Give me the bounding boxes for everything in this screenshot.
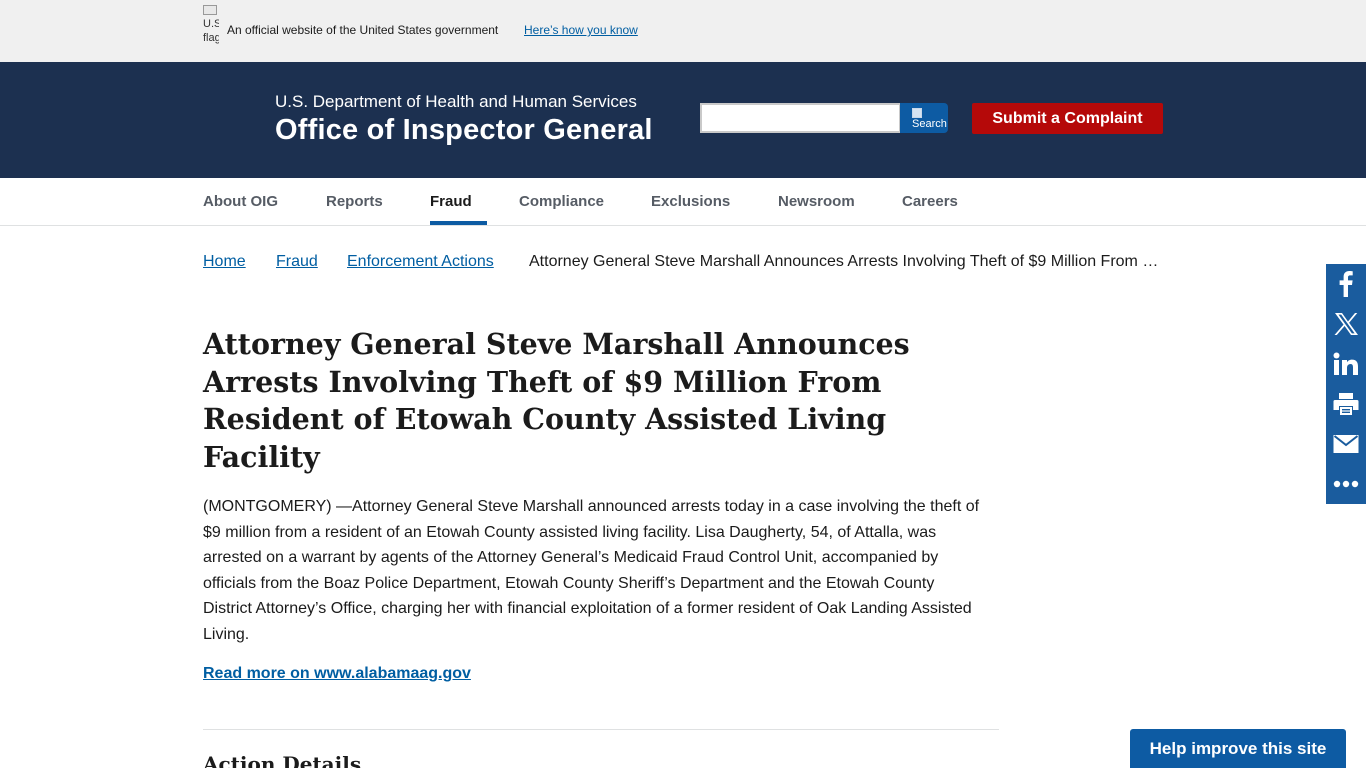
nav-item-exclusions[interactable]: Exclusions — [651, 193, 730, 210]
print-share-button[interactable] — [1326, 384, 1366, 424]
main-nav: About OIG Reports Fraud Compliance Exclu… — [0, 178, 1366, 226]
page-title: Attorney General Steve Marshall Announce… — [203, 327, 910, 474]
more-share-button[interactable] — [1326, 464, 1366, 504]
nav-item-careers[interactable]: Careers — [902, 193, 958, 210]
active-nav-indicator — [430, 221, 487, 225]
print-icon — [1333, 393, 1359, 415]
nav-item-fraud[interactable]: Fraud — [430, 193, 472, 210]
facebook-share-button[interactable] — [1326, 264, 1366, 304]
search-input[interactable] — [700, 103, 901, 133]
breadcrumb-home[interactable]: Home — [203, 253, 246, 271]
gov-banner: U.S. flag An official website of the Uni… — [0, 0, 1366, 62]
x-share-button[interactable] — [1326, 304, 1366, 344]
nav-item-reports[interactable]: Reports — [326, 193, 383, 210]
section-divider — [203, 729, 999, 730]
breadcrumb: Home Fraud Enforcement Actions Attorney … — [0, 253, 1366, 277]
action-details-heading: Action Details — [203, 752, 362, 768]
help-improve-button[interactable]: Help improve this site — [1130, 729, 1346, 768]
share-toolbar — [1326, 264, 1366, 504]
gov-banner-text: An official website of the United States… — [227, 23, 499, 37]
x-icon — [1334, 313, 1358, 335]
nav-item-newsroom[interactable]: Newsroom — [778, 193, 855, 210]
breadcrumb-fraud[interactable]: Fraud — [276, 253, 318, 271]
email-share-button[interactable] — [1326, 424, 1366, 464]
article-body: (MONTGOMERY) —Attorney General Steve Mar… — [203, 498, 980, 643]
email-icon — [1333, 435, 1359, 453]
us-flag-icon: U.S. flag — [203, 5, 219, 55]
site-header: U.S. Department of Health and Human Serv… — [0, 62, 1366, 178]
breadcrumb-current: Attorney General Steve Marshall Announce… — [529, 253, 1162, 270]
facebook-icon — [1339, 271, 1353, 297]
more-icon — [1333, 480, 1359, 488]
linkedin-icon — [1333, 352, 1358, 375]
search-button[interactable]: Search — [900, 103, 948, 133]
nav-item-compliance[interactable]: Compliance — [519, 193, 604, 210]
nav-item-about-oig[interactable]: About OIG — [203, 193, 278, 210]
department-name: U.S. Department of Health and Human Serv… — [275, 92, 637, 111]
site-title[interactable]: Office of Inspector General — [275, 114, 653, 147]
search-icon: Search — [912, 108, 947, 132]
heres-how-you-know-link[interactable]: Here’s how you know — [524, 23, 638, 37]
submit-complaint-button[interactable]: Submit a Complaint — [972, 103, 1163, 134]
breadcrumb-enforcement-actions[interactable]: Enforcement Actions — [347, 253, 494, 271]
linkedin-share-button[interactable] — [1326, 344, 1366, 384]
read-more-link[interactable]: Read more on www.alabamaag.gov — [203, 665, 471, 683]
